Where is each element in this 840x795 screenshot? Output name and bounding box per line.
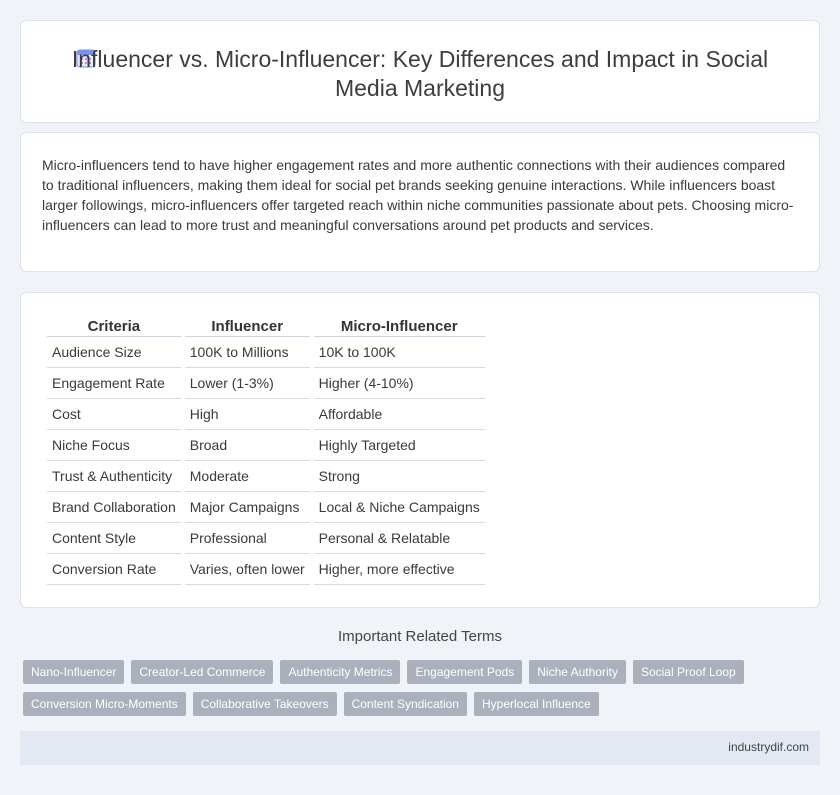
related-term-tag[interactable]: Nano-Influencer <box>23 660 125 684</box>
column-header: Criteria <box>47 315 181 337</box>
table-row: Trust & Authenticity Moderate Strong <box>47 461 485 492</box>
table-cell: Audience Size <box>47 337 181 368</box>
related-term-tag[interactable]: Authenticity Metrics <box>280 660 401 684</box>
table-cell: 100K to Millions <box>184 337 310 368</box>
table-row: Audience Size 100K to Millions 10K to 10… <box>47 337 485 368</box>
footer-site-link[interactable]: industrydif.com <box>728 740 809 754</box>
table-header-row: Criteria Influencer Micro-Influencer <box>47 315 485 337</box>
table-row: Cost High Affordable <box>47 399 485 430</box>
table-cell: Lower (1-3%) <box>184 368 310 399</box>
table-row: Content Style Professional Personal & Re… <box>47 523 485 554</box>
table-cell: 10K to 100K <box>313 337 485 368</box>
table-cell: Strong <box>313 461 485 492</box>
table-cell: Niche Focus <box>47 430 181 461</box>
table-row: Niche Focus Broad Highly Targeted <box>47 430 485 461</box>
related-term-tag[interactable]: Creator-Led Commerce <box>131 660 274 684</box>
table-cell: Higher, more effective <box>313 554 485 585</box>
footer: industrydif.com <box>20 731 820 765</box>
related-term-tag[interactable]: Collaborative Takeovers <box>192 692 337 716</box>
table-cell: Major Campaigns <box>184 492 310 523</box>
related-term-tag[interactable]: Content Syndication <box>343 692 467 716</box>
table-cell: Local & Niche Campaigns <box>313 492 485 523</box>
table-cell: Engagement Rate <box>47 368 181 399</box>
table-cell: Trust & Authenticity <box>47 461 181 492</box>
related-term-tag[interactable]: Hyperlocal Influence <box>473 692 599 716</box>
column-header: Micro-Influencer <box>313 315 485 337</box>
table-cell: Conversion Rate <box>47 554 181 585</box>
related-term-tag[interactable]: Niche Authority <box>529 660 626 684</box>
page-title: Influencer vs. Micro-Influencer: Key Dif… <box>71 46 769 101</box>
intro-paragraph: Micro-influencers tend to have higher en… <box>42 157 794 233</box>
table-row: Brand Collaboration Major Campaigns Loca… <box>47 492 485 523</box>
comparison-table: Criteria Influencer Micro-Influencer Aud… <box>43 315 489 585</box>
table-cell: Varies, often lower <box>184 554 310 585</box>
table-cell: Brand Collaboration <box>47 492 181 523</box>
table-cell: Highly Targeted <box>313 430 485 461</box>
table-cell: Broad <box>184 430 310 461</box>
related-terms-heading: Important Related Terms <box>338 628 502 645</box>
table-cell: Cost <box>47 399 181 430</box>
comparison-card: Criteria Influencer Micro-Influencer Aud… <box>20 292 820 608</box>
related-terms-list: Nano-Influencer Creator-Led Commerce Aut… <box>23 660 783 716</box>
table-cell: Personal & Relatable <box>313 523 485 554</box>
table-cell: High <box>184 399 310 430</box>
related-term-tag[interactable]: Social Proof Loop <box>632 660 744 684</box>
table-cell: Professional <box>184 523 310 554</box>
table-cell: Higher (4-10%) <box>313 368 485 399</box>
title-card: Influencer vs. Micro-Influencer: Key Dif… <box>20 20 820 123</box>
related-term-tag[interactable]: Engagement Pods <box>407 660 523 684</box>
column-header: Influencer <box>184 315 310 337</box>
table-cell: Affordable <box>313 399 485 430</box>
table-row: Engagement Rate Lower (1-3%) Higher (4-1… <box>47 368 485 399</box>
intro-card: Micro-influencers tend to have higher en… <box>20 132 820 272</box>
table-cell: Moderate <box>184 461 310 492</box>
related-term-tag[interactable]: Conversion Micro-Moments <box>23 692 186 716</box>
table-cell: Content Style <box>47 523 181 554</box>
table-row: Conversion Rate Varies, often lower High… <box>47 554 485 585</box>
